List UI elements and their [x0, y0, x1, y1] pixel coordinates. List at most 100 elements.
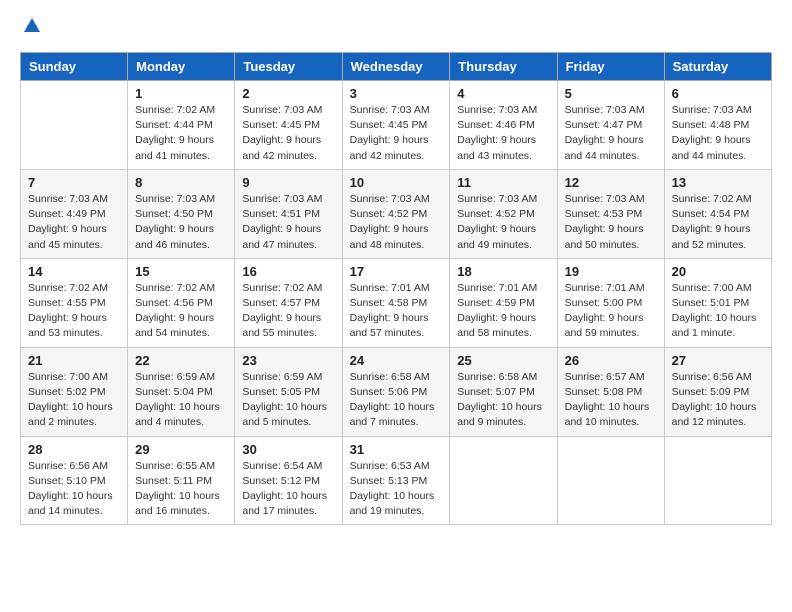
- day-of-week-header: Sunday: [21, 53, 128, 81]
- day-info: Sunrise: 7:02 AMSunset: 4:54 PMDaylight:…: [672, 192, 764, 253]
- day-number: 27: [672, 353, 764, 368]
- calendar-day-cell: 22 Sunrise: 6:59 AMSunset: 5:04 PMDayligh…: [128, 347, 235, 436]
- day-info: Sunrise: 6:56 AMSunset: 5:09 PMDaylight:…: [672, 370, 764, 431]
- day-number: 29: [135, 442, 227, 457]
- day-info: Sunrise: 7:00 AMSunset: 5:01 PMDaylight:…: [672, 281, 764, 342]
- calendar-week-row: 7Sunrise: 7:03 AMSunset: 4:49 PMDaylight…: [21, 169, 772, 258]
- calendar-day-cell: [557, 436, 664, 525]
- logo: [20, 20, 42, 36]
- day-info: Sunrise: 7:03 AMSunset: 4:52 PMDaylight:…: [350, 192, 443, 253]
- day-number: 4: [457, 86, 549, 101]
- day-number: 26: [565, 353, 657, 368]
- calendar-day-cell: 26 Sunrise: 6:57 AMSunset: 5:08 PMDayligh…: [557, 347, 664, 436]
- calendar-day-cell: 8 Sunrise: 7:03 AMSunset: 4:50 PMDaylight…: [128, 169, 235, 258]
- page-header: [20, 20, 772, 36]
- day-info: Sunrise: 7:03 AMSunset: 4:47 PMDaylight:…: [565, 103, 657, 164]
- day-of-week-header: Thursday: [450, 53, 557, 81]
- day-number: 18: [457, 264, 549, 279]
- day-number: 3: [350, 86, 443, 101]
- calendar-day-cell: 23 Sunrise: 6:59 AMSunset: 5:05 PMDayligh…: [235, 347, 342, 436]
- day-number: 8: [135, 175, 227, 190]
- day-info: Sunrise: 7:01 AMSunset: 5:00 PMDaylight:…: [565, 281, 657, 342]
- day-number: 13: [672, 175, 764, 190]
- calendar-day-cell: 3 Sunrise: 7:03 AMSunset: 4:45 PMDaylight…: [342, 81, 450, 170]
- calendar-week-row: 28 Sunrise: 6:56 AMSunset: 5:10 PMDayligh…: [21, 436, 772, 525]
- day-info: Sunrise: 7:02 AMSunset: 4:57 PMDaylight:…: [242, 281, 334, 342]
- day-number: 2: [242, 86, 334, 101]
- calendar-table: SundayMondayTuesdayWednesdayThursdayFrid…: [20, 52, 772, 525]
- day-number: 19: [565, 264, 657, 279]
- day-number: 25: [457, 353, 549, 368]
- day-number: 24: [350, 353, 443, 368]
- day-number: 14: [28, 264, 120, 279]
- day-number: 22: [135, 353, 227, 368]
- day-number: 30: [242, 442, 334, 457]
- calendar-day-cell: 7Sunrise: 7:03 AMSunset: 4:49 PMDaylight…: [21, 169, 128, 258]
- day-info: Sunrise: 7:00 AMSunset: 5:02 PMDaylight:…: [28, 370, 120, 431]
- day-number: 23: [242, 353, 334, 368]
- day-number: 21: [28, 353, 120, 368]
- day-info: Sunrise: 7:03 AMSunset: 4:52 PMDaylight:…: [457, 192, 549, 253]
- calendar-day-cell: 17 Sunrise: 7:01 AMSunset: 4:58 PMDayligh…: [342, 258, 450, 347]
- day-info: Sunrise: 6:59 AMSunset: 5:04 PMDaylight:…: [135, 370, 227, 431]
- day-number: 20: [672, 264, 764, 279]
- day-of-week-header: Tuesday: [235, 53, 342, 81]
- calendar-week-row: 1Sunrise: 7:02 AMSunset: 4:44 PMDaylight…: [21, 81, 772, 170]
- calendar-day-cell: 27 Sunrise: 6:56 AMSunset: 5:09 PMDayligh…: [664, 347, 771, 436]
- calendar-day-cell: 19 Sunrise: 7:01 AMSunset: 5:00 PMDayligh…: [557, 258, 664, 347]
- day-info: Sunrise: 7:02 AMSunset: 4:55 PMDaylight:…: [28, 281, 120, 342]
- calendar-day-cell: 2Sunrise: 7:03 AMSunset: 4:45 PMDaylight…: [235, 81, 342, 170]
- calendar-day-cell: 13 Sunrise: 7:02 AMSunset: 4:54 PMDayligh…: [664, 169, 771, 258]
- day-info: Sunrise: 7:03 AMSunset: 4:48 PMDaylight:…: [672, 103, 764, 164]
- calendar-day-cell: 15 Sunrise: 7:02 AMSunset: 4:56 PMDayligh…: [128, 258, 235, 347]
- calendar-day-cell: [664, 436, 771, 525]
- day-of-week-header: Friday: [557, 53, 664, 81]
- day-of-week-header: Saturday: [664, 53, 771, 81]
- calendar-day-cell: 9Sunrise: 7:03 AMSunset: 4:51 PMDaylight…: [235, 169, 342, 258]
- day-info: Sunrise: 7:03 AMSunset: 4:45 PMDaylight:…: [350, 103, 443, 164]
- day-info: Sunrise: 7:01 AMSunset: 4:59 PMDaylight:…: [457, 281, 549, 342]
- calendar-day-cell: 25 Sunrise: 6:58 AMSunset: 5:07 PMDayligh…: [450, 347, 557, 436]
- logo-icon: [22, 16, 42, 36]
- calendar-week-row: 21 Sunrise: 7:00 AMSunset: 5:02 PMDayligh…: [21, 347, 772, 436]
- day-info: Sunrise: 6:55 AMSunset: 5:11 PMDaylight:…: [135, 459, 227, 520]
- day-number: 6: [672, 86, 764, 101]
- calendar-day-cell: 20 Sunrise: 7:00 AMSunset: 5:01 PMDayligh…: [664, 258, 771, 347]
- day-number: 15: [135, 264, 227, 279]
- day-number: 16: [242, 264, 334, 279]
- calendar-header-row: SundayMondayTuesdayWednesdayThursdayFrid…: [21, 53, 772, 81]
- day-info: Sunrise: 7:03 AMSunset: 4:46 PMDaylight:…: [457, 103, 549, 164]
- day-info: Sunrise: 6:58 AMSunset: 5:07 PMDaylight:…: [457, 370, 549, 431]
- day-number: 31: [350, 442, 443, 457]
- calendar-day-cell: [21, 81, 128, 170]
- day-number: 17: [350, 264, 443, 279]
- calendar-day-cell: 12Sunrise: 7:03 AMSunset: 4:53 PMDayligh…: [557, 169, 664, 258]
- day-number: 28: [28, 442, 120, 457]
- calendar-day-cell: 18 Sunrise: 7:01 AMSunset: 4:59 PMDayligh…: [450, 258, 557, 347]
- calendar-day-cell: 28 Sunrise: 6:56 AMSunset: 5:10 PMDayligh…: [21, 436, 128, 525]
- day-info: Sunrise: 6:59 AMSunset: 5:05 PMDaylight:…: [242, 370, 334, 431]
- calendar-day-cell: 4 Sunrise: 7:03 AMSunset: 4:46 PMDaylight…: [450, 81, 557, 170]
- calendar-day-cell: 14 Sunrise: 7:02 AMSunset: 4:55 PMDayligh…: [21, 258, 128, 347]
- calendar-day-cell: [450, 436, 557, 525]
- calendar-day-cell: 11 Sunrise: 7:03 AMSunset: 4:52 PMDayligh…: [450, 169, 557, 258]
- calendar-day-cell: 31Sunrise: 6:53 AMSunset: 5:13 PMDayligh…: [342, 436, 450, 525]
- calendar-day-cell: 30 Sunrise: 6:54 AMSunset: 5:12 PMDayligh…: [235, 436, 342, 525]
- day-info: Sunrise: 6:54 AMSunset: 5:12 PMDaylight:…: [242, 459, 334, 520]
- calendar-day-cell: 1Sunrise: 7:02 AMSunset: 4:44 PMDaylight…: [128, 81, 235, 170]
- day-info: Sunrise: 7:03 AMSunset: 4:50 PMDaylight:…: [135, 192, 227, 253]
- day-info: Sunrise: 7:01 AMSunset: 4:58 PMDaylight:…: [350, 281, 443, 342]
- day-of-week-header: Wednesday: [342, 53, 450, 81]
- day-number: 9: [242, 175, 334, 190]
- day-number: 10: [350, 175, 443, 190]
- day-info: Sunrise: 6:57 AMSunset: 5:08 PMDaylight:…: [565, 370, 657, 431]
- calendar-day-cell: 16 Sunrise: 7:02 AMSunset: 4:57 PMDayligh…: [235, 258, 342, 347]
- day-number: 5: [565, 86, 657, 101]
- day-info: Sunrise: 7:02 AMSunset: 4:44 PMDaylight:…: [135, 103, 227, 164]
- day-info: Sunrise: 7:03 AMSunset: 4:53 PMDaylight:…: [565, 192, 657, 253]
- day-info: Sunrise: 6:56 AMSunset: 5:10 PMDaylight:…: [28, 459, 120, 520]
- calendar-day-cell: 21 Sunrise: 7:00 AMSunset: 5:02 PMDayligh…: [21, 347, 128, 436]
- day-number: 11: [457, 175, 549, 190]
- day-info: Sunrise: 7:02 AMSunset: 4:56 PMDaylight:…: [135, 281, 227, 342]
- calendar-day-cell: 5 Sunrise: 7:03 AMSunset: 4:47 PMDaylight…: [557, 81, 664, 170]
